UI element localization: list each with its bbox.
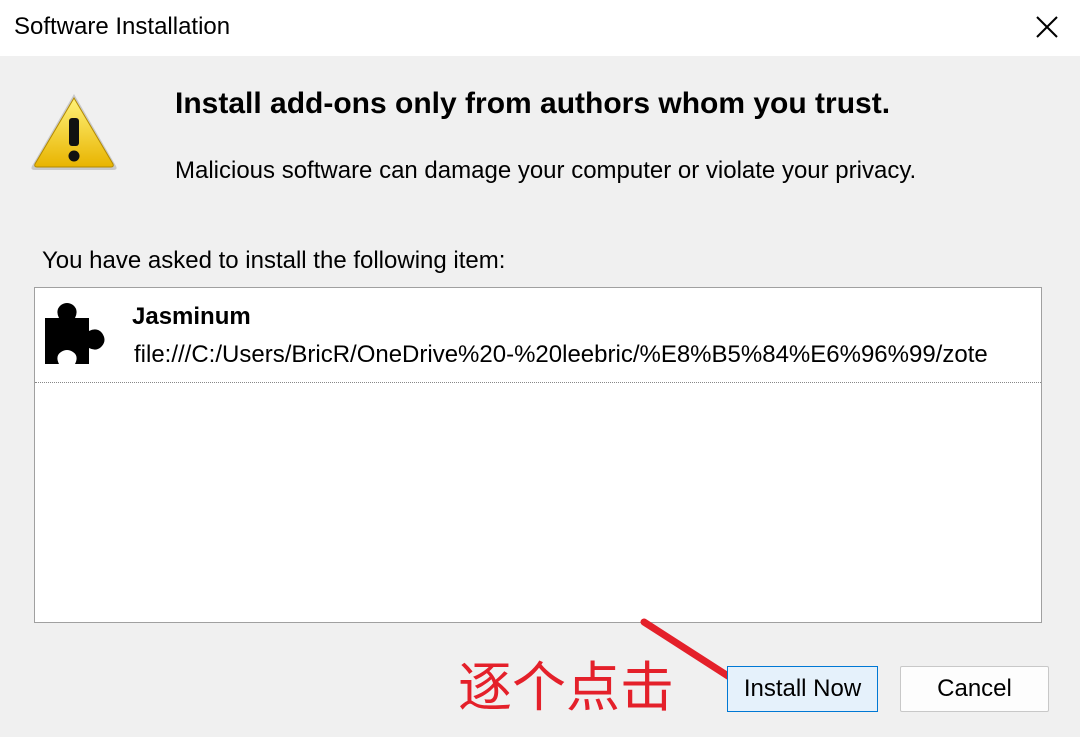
install-list[interactable]: Jasminum file:///C:/Users/BricR/OneDrive…: [34, 287, 1042, 623]
warning-icon: [31, 94, 117, 170]
warning-headline: Install add-ons only from authors whom y…: [175, 87, 891, 120]
install-now-button[interactable]: Install Now: [727, 666, 878, 712]
addon-url: file:///C:/Users/BricR/OneDrive%20-%20le…: [134, 341, 988, 368]
puzzle-piece-icon: [45, 303, 105, 364]
list-item[interactable]: Jasminum file:///C:/Users/BricR/OneDrive…: [35, 288, 1041, 383]
title-bar: Software Installation: [0, 0, 1080, 56]
dialog-content: Install add-ons only from authors whom y…: [0, 56, 1080, 737]
close-button[interactable]: [1024, 6, 1070, 48]
close-icon: [1036, 16, 1058, 38]
cancel-button[interactable]: Cancel: [900, 666, 1049, 712]
install-list-label: You have asked to install the following …: [42, 247, 506, 274]
window-title: Software Installation: [14, 13, 231, 40]
addon-name: Jasminum: [132, 303, 251, 330]
warning-subline: Malicious software can damage your compu…: [175, 157, 917, 184]
